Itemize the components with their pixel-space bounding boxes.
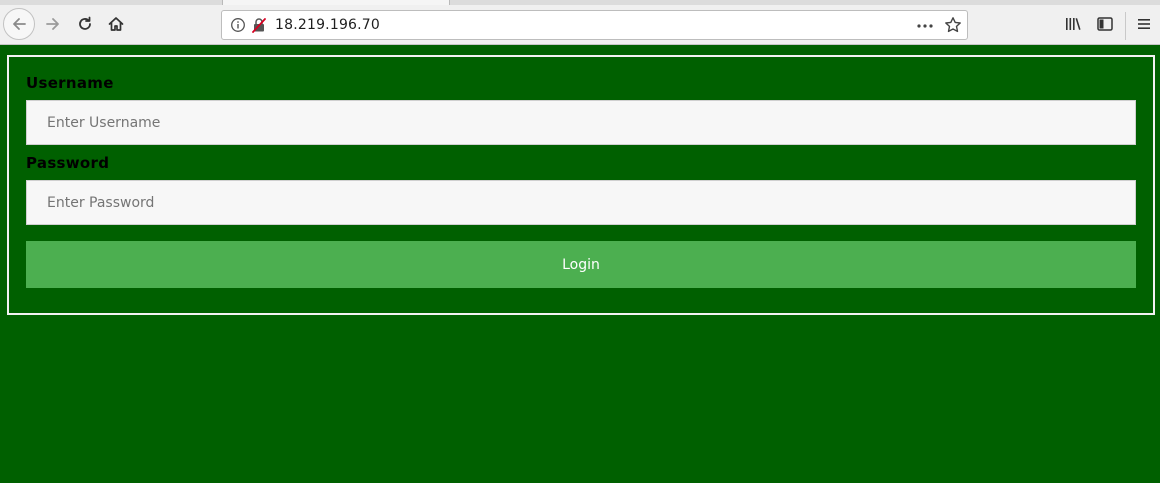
library-icon bbox=[1066, 18, 1081, 30]
back-arrow-icon bbox=[13, 18, 26, 30]
login-button[interactable]: Login bbox=[26, 241, 1136, 288]
username-label: Username bbox=[26, 74, 114, 92]
menu-button[interactable] bbox=[1129, 9, 1159, 39]
sidebar-icon bbox=[1097, 17, 1113, 31]
reload-icon bbox=[79, 16, 91, 30]
sidebar-button[interactable] bbox=[1090, 9, 1120, 39]
forward-button[interactable] bbox=[38, 9, 68, 39]
insecure-lock-icon[interactable] bbox=[251, 17, 267, 33]
home-icon bbox=[108, 17, 124, 31]
back-button[interactable] bbox=[3, 8, 35, 40]
password-label: Password bbox=[26, 154, 110, 172]
toolbar-separator bbox=[1125, 12, 1126, 40]
page-actions-icon[interactable] bbox=[916, 18, 934, 34]
password-input[interactable] bbox=[26, 180, 1136, 225]
home-button[interactable] bbox=[101, 9, 131, 39]
forward-arrow-icon bbox=[46, 18, 59, 30]
reload-button[interactable] bbox=[70, 9, 100, 39]
url-bar[interactable]: 18.219.196.70 bbox=[221, 10, 968, 40]
bookmark-star-icon[interactable] bbox=[944, 16, 962, 34]
library-button[interactable] bbox=[1058, 9, 1088, 39]
login-form: Username Password Login bbox=[7, 55, 1155, 315]
menu-icon bbox=[1138, 19, 1150, 29]
url-text[interactable]: 18.219.196.70 bbox=[275, 17, 380, 33]
info-icon[interactable] bbox=[230, 17, 246, 33]
username-input[interactable] bbox=[26, 100, 1136, 145]
browser-toolbar: 18.219.196.70 bbox=[0, 5, 1160, 45]
